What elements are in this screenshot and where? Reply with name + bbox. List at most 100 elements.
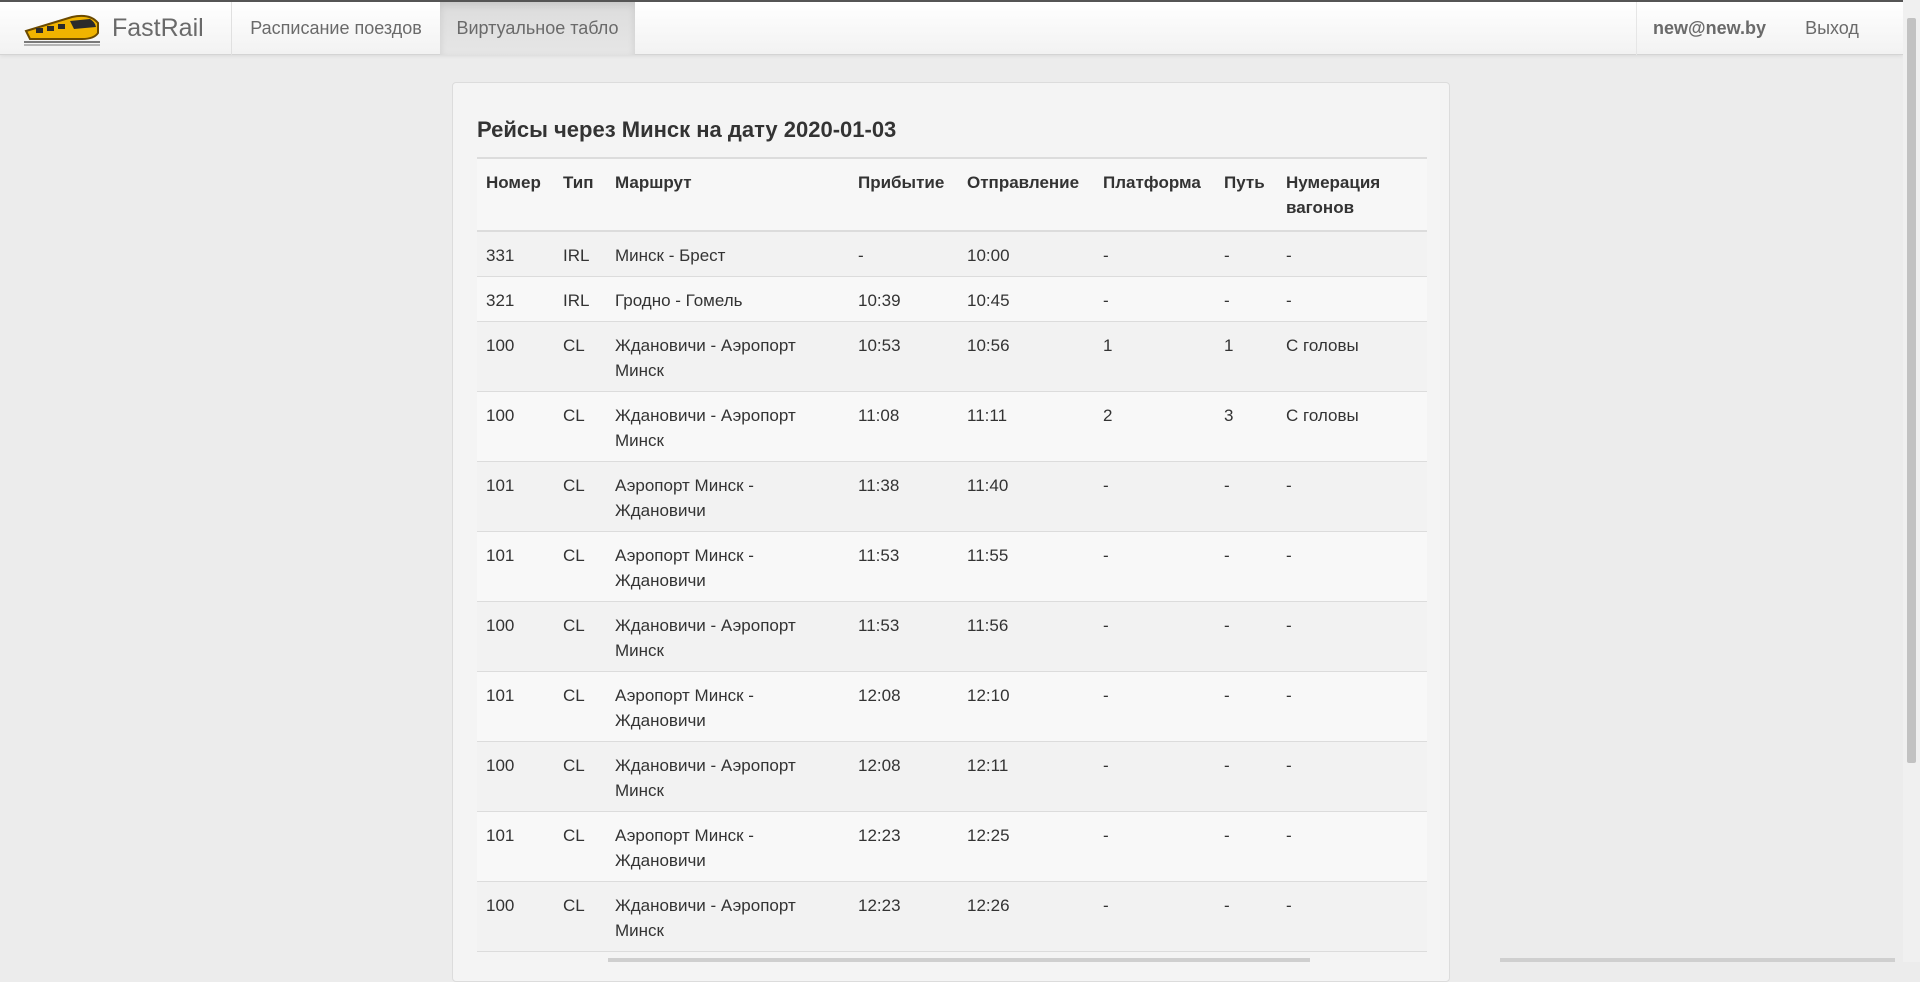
cell-arrival: 11:08 [849,391,958,462]
table-row: 100 CL Ждановичи - Аэропорт Минск 11:53 11:5… [477,601,1427,672]
cell-arrival: 10:39 [849,276,958,322]
cell-car-order: - [1277,601,1427,672]
cell-car-order: - [1277,671,1427,742]
vertical-scrollbar-thumb[interactable] [1907,18,1916,763]
cell-track: - [1215,811,1277,882]
nav-train-schedule[interactable]: Расписание поездов [232,2,440,55]
cell-number: 101 [477,811,554,882]
cell-departure: 11:55 [958,531,1094,602]
cell-platform: 1 [1094,321,1215,392]
cell-type: CL [554,601,606,672]
cell-number: 100 [477,321,554,392]
cell-car-order: - [1277,461,1427,532]
horizontal-scrollbar-track[interactable] [1500,958,1895,962]
cell-departure: 10:56 [958,321,1094,392]
cell-type: CL [554,531,606,602]
cell-car-order: - [1277,881,1427,952]
trains-table: Номер Тип Маршрут Прибытие Отправление П… [477,157,1427,952]
nav-user-account[interactable]: new@new.by [1636,2,1782,55]
cell-platform: - [1094,531,1215,602]
cell-route: Ждановичи - Аэропорт Минск [606,601,849,672]
table-row: 101 CL Аэропорт Минск - Ждановичи 12:23 12:2… [477,811,1427,882]
brand-name: FastRail [112,14,204,42]
table-row: 100 CL Ждановичи - Аэропорт Минск 12:23 12:2… [477,881,1427,952]
cell-route: Ждановичи - Аэропорт Минск [606,741,849,812]
cell-departure: 12:10 [958,671,1094,742]
cell-track: - [1215,531,1277,602]
cell-car-order: - [1277,276,1427,322]
cell-type: CL [554,391,606,462]
cell-departure: 11:11 [958,391,1094,462]
col-header-number: Номер [477,157,554,232]
cell-number: 100 [477,741,554,812]
cell-departure: 10:45 [958,276,1094,322]
cell-platform: - [1094,741,1215,812]
table-body: 331 IRL Минск - Брест -10:00- - -321 IRL Гродно… [477,231,1427,952]
cell-track: - [1215,671,1277,742]
cell-route: Аэропорт Минск - Ждановичи [606,531,849,602]
table-row: 331 IRL Минск - Брест -10:00- - - [477,231,1427,277]
cell-arrival: 11:53 [849,601,958,672]
cell-number: 100 [477,391,554,462]
cell-track: 3 [1215,391,1277,462]
cell-track: - [1215,881,1277,952]
col-header-type: Тип [554,157,606,232]
cell-platform: 2 [1094,391,1215,462]
nav-logout[interactable]: Выход [1782,2,1882,55]
horizontal-scrollbar-thumb[interactable] [608,958,1310,962]
cell-type: CL [554,461,606,532]
cell-platform: - [1094,231,1215,277]
nav-virtual-board[interactable]: Виртуальное табло [440,2,635,55]
cell-type: CL [554,881,606,952]
table-row: 101 CL Аэропорт Минск - Ждановичи 11:38 11:4… [477,461,1427,532]
cell-platform: - [1094,881,1215,952]
cell-track: - [1215,276,1277,322]
cell-arrival: 12:08 [849,671,958,742]
cell-arrival: 10:53 [849,321,958,392]
brand[interactable]: FastRail [0,2,232,55]
cell-number: 100 [477,881,554,952]
cell-track: - [1215,231,1277,277]
cell-platform: - [1094,601,1215,672]
table-header-row: Номер Тип Маршрут Прибытие Отправление П… [477,157,1427,232]
cell-number: 101 [477,671,554,742]
cell-arrival: - [849,231,958,277]
cell-track: - [1215,461,1277,532]
table-row: 101 CL Аэропорт Минск - Ждановичи 11:53 11:5… [477,531,1427,602]
page-title: Рейсы через Минск на дату 2020-01-03 [477,117,897,142]
cell-number: 100 [477,601,554,672]
cell-departure: 12:26 [958,881,1094,952]
cell-type: CL [554,321,606,392]
cell-route: Аэропорт Минск - Ждановичи [606,461,849,532]
cell-number: 321 [477,276,554,322]
cell-arrival: 11:38 [849,461,958,532]
cell-route: Аэропорт Минск - Ждановичи [606,811,849,882]
table-row: 100 CL Ждановичи - Аэропорт Минск 12:08 12:1… [477,741,1427,812]
cell-platform: - [1094,811,1215,882]
cell-platform: - [1094,276,1215,322]
cell-departure: 12:25 [958,811,1094,882]
cell-car-order: - [1277,811,1427,882]
cell-track: 1 [1215,321,1277,392]
cell-number: 101 [477,531,554,602]
cell-track: - [1215,741,1277,812]
cell-car-order: - [1277,741,1427,812]
vertical-scrollbar[interactable] [1903,0,1920,962]
cell-type: IRL [554,231,606,277]
cell-car-order: С головы [1277,391,1427,462]
col-header-platform: Платформа [1094,157,1215,232]
col-header-track: Путь [1215,157,1277,232]
table-row: 100 CL Ждановичи - Аэропорт Минск 10:53 10:5… [477,321,1427,392]
cell-arrival: 12:08 [849,741,958,812]
cell-arrival: 12:23 [849,811,958,882]
table-row: 100 CL Ждановичи - Аэропорт Минск 11:08 11:1… [477,391,1427,462]
table-row: 321 IRL Гродно - Гомель 10:39 10:45- - - [477,276,1427,322]
cell-route: Минск - Брест [606,231,849,277]
cell-number: 331 [477,231,554,277]
cell-arrival: 11:53 [849,531,958,602]
cell-route: Ждановичи - Аэропорт Минск [606,391,849,462]
col-header-route: Маршрут [606,157,849,232]
col-header-departure: Отправление [958,157,1094,232]
cell-departure: 11:56 [958,601,1094,672]
cell-route: Ждановичи - Аэропорт Минск [606,321,849,392]
